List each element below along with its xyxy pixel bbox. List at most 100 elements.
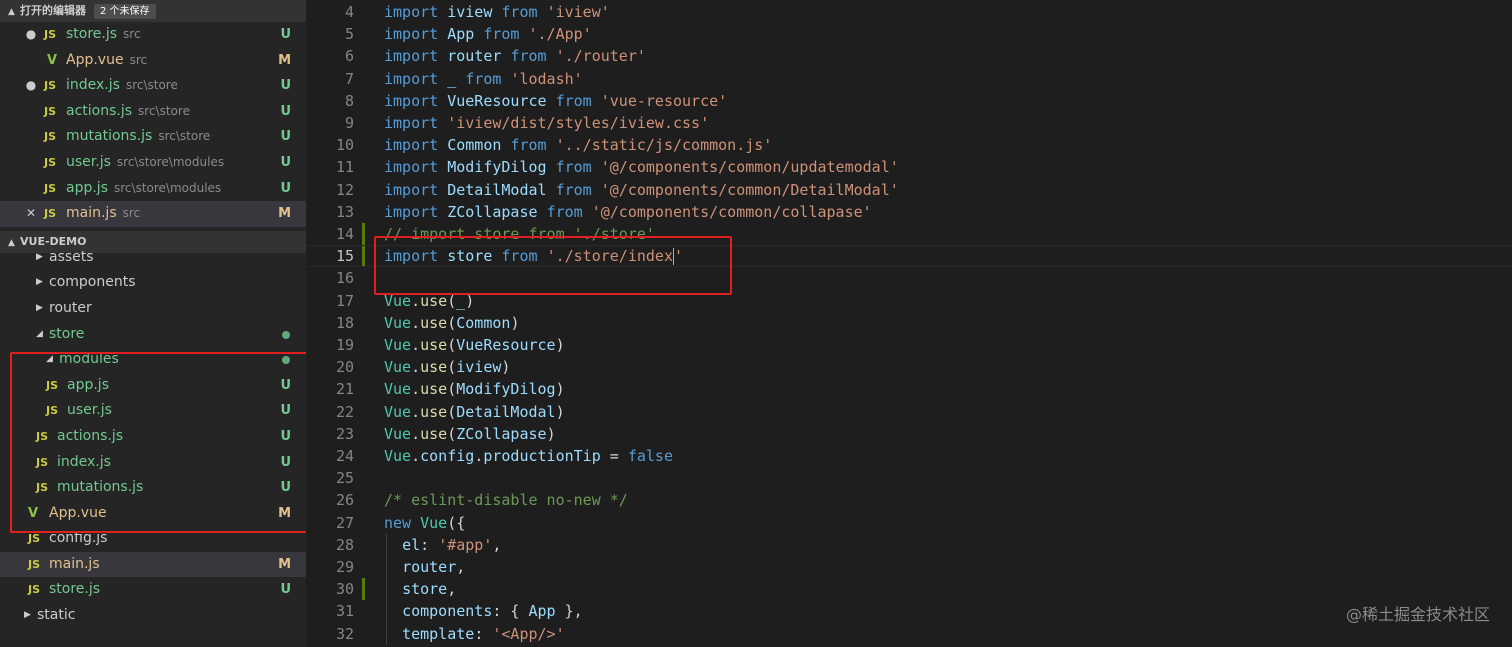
git-status-badge: U (280, 129, 291, 145)
tree-item[interactable]: ▶ components (0, 270, 306, 296)
code-line: 27 new Vue({ (306, 512, 1512, 534)
line-number: 19 (335, 336, 354, 354)
folder-name: store (49, 325, 85, 342)
js-file-icon: JS (44, 130, 57, 144)
file-name: main.js (66, 205, 117, 222)
code-line: 13 import ZCollapase from '@/components/c… (306, 201, 1512, 223)
file-name: user.js (66, 153, 111, 170)
code-line: 21 Vue.use(ModifyDilog) (306, 378, 1512, 400)
open-editor-item[interactable]: JS app.js src\store\modules U (0, 176, 306, 202)
line-number: 16 (335, 269, 354, 288)
file-path: src\store (138, 103, 190, 118)
vue-file-icon: V (47, 52, 58, 68)
code-text: Vue.use(DetailModal) (384, 402, 565, 421)
file-name: App.vue (66, 51, 124, 68)
open-editor-label: mutations.js src\store (66, 124, 210, 150)
open-editor-item[interactable]: ● JS index.js src\store U (0, 73, 306, 99)
line-number: 22 (335, 402, 354, 421)
open-editor-label: actions.js src\store (66, 99, 190, 125)
tree-item[interactable]: ▶ static (0, 603, 306, 629)
line-number: 23 (335, 424, 354, 443)
unsaved-dot-icon: ● (25, 78, 37, 93)
chevron-right-icon[interactable]: ▶ (36, 245, 43, 271)
line-number: 25 (335, 469, 354, 488)
open-editor-label: store.js src (66, 22, 141, 48)
line-number: 9 (344, 114, 354, 132)
file-path: src\store (125, 78, 178, 93)
line-number: 14 (335, 225, 354, 243)
open-editor-label: app.js src\store\modules (66, 176, 221, 202)
file-name: store.js (66, 26, 118, 42)
file-name: app.js (66, 179, 108, 196)
tree-item[interactable]: JS store.js U (0, 577, 306, 603)
js-file-icon: JS (44, 155, 57, 169)
open-editors-title: 打开的编辑器 (20, 4, 86, 17)
file-path: src (122, 206, 141, 221)
line-number: 13 (335, 202, 354, 221)
code-editor[interactable]: 4 import iview from 'iview' 5 import App fr… (306, 0, 1512, 647)
git-gutter-marker (362, 578, 365, 601)
code-text: Vue.use(ZCollapase) (384, 424, 556, 443)
file-path: src (123, 27, 141, 41)
line-number: 26 (335, 491, 354, 510)
unsaved-badge: 2 个未保存 (94, 4, 156, 19)
close-icon[interactable]: ✕ (24, 201, 38, 227)
open-editors-list: ● JS store.js src U V App.vue src M ● JS index.js sr… (0, 22, 306, 227)
line-number: 6 (344, 47, 354, 66)
git-status-badge: M (278, 206, 291, 222)
code-text: Vue.use(iview) (384, 358, 511, 377)
git-status-badge: U (280, 103, 291, 119)
folder-name: components (49, 274, 136, 291)
tree-item[interactable]: ▶ router (0, 296, 306, 322)
git-status-badge: M (278, 556, 291, 572)
chevron-right-icon[interactable]: ▶ (36, 270, 43, 296)
open-editor-item[interactable]: JS user.js src\store\modules U (0, 150, 306, 176)
chevron-down-icon[interactable]: ◢ (36, 322, 43, 348)
code-text: Vue.use(ModifyDilog) (384, 380, 565, 399)
git-status-badge: U (280, 27, 291, 42)
tree-item[interactable]: ◢ store (0, 322, 306, 348)
code-text: router, (402, 558, 466, 576)
open-editor-item[interactable]: ✕ JS main.js src M (0, 201, 306, 227)
code-text: Vue.use(Common) (384, 313, 520, 332)
code-text: import VueResource from 'vue-resource' (384, 91, 728, 110)
code-line: 18 Vue.use(Common) (306, 312, 1512, 334)
open-editor-item[interactable]: ● JS store.js src U (0, 22, 306, 48)
code-line: 31 components: { App }, (306, 600, 1512, 622)
code-line: 19 Vue.use(VueResource) (306, 334, 1512, 356)
tree-item[interactable]: ▶ assets (0, 245, 306, 271)
code-line: 30 store, (306, 578, 1512, 600)
line-number: 10 (335, 136, 354, 155)
git-status-badge: M (278, 52, 291, 68)
code-line: 22 Vue.use(DetailModal) (306, 401, 1512, 423)
chevron-right-icon[interactable]: ▶ (36, 296, 43, 322)
code-text: import router from './router' (384, 47, 646, 66)
tree-item[interactable]: JS main.js M (0, 551, 306, 578)
code-line: 11 import ModifyDilog from '@/components/… (306, 156, 1512, 178)
code-line: 28 el: '#app', (306, 534, 1512, 556)
line-number: 8 (344, 91, 354, 110)
open-editors-header[interactable]: ▲ 打开的编辑器 2 个未保存 (0, 0, 306, 22)
code-text: Vue.config.productionTip = false (384, 447, 673, 465)
open-editor-item[interactable]: JS actions.js src\store U (0, 99, 306, 125)
js-file-icon: JS (44, 104, 57, 118)
js-file-icon: JS (28, 583, 41, 597)
git-gutter-marker (362, 223, 365, 268)
folder-name: assets (49, 248, 94, 265)
code-line: 23 Vue.use(ZCollapase) (306, 423, 1512, 445)
indent-guide (386, 533, 387, 645)
open-editor-item[interactable]: V App.vue src M (0, 48, 306, 74)
chevron-right-icon[interactable]: ▶ (24, 603, 31, 629)
line-number: 15 (335, 247, 354, 266)
line-number: 7 (344, 69, 354, 88)
open-editor-label: App.vue src (66, 48, 147, 74)
open-editor-item[interactable]: JS mutations.js src\store U (0, 124, 306, 150)
code-text: import ZCollapase from '@/components/com… (384, 202, 872, 221)
code-line: 10 import Common from '../static/js/commo… (306, 134, 1512, 156)
code-text: import 'iview/dist/styles/iview.css' (384, 114, 710, 132)
file-path: src\store\modules (116, 154, 225, 169)
code-text: /* eslint-disable no-new */ (384, 491, 628, 510)
code-line: 4 import iview from 'iview' (306, 1, 1512, 23)
code-line: 20 Vue.use(iview) (306, 356, 1512, 378)
file-path: src (129, 52, 148, 67)
